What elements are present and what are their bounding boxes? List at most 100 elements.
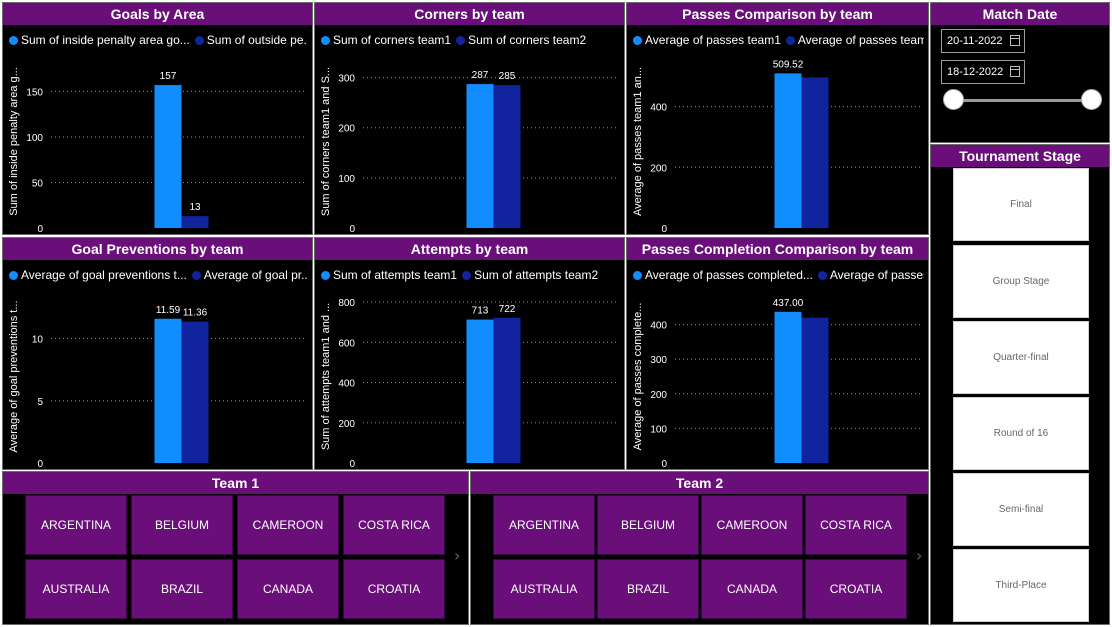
y-tick-label: 200	[338, 419, 355, 430]
chart-title: Goal Preventions by team	[3, 238, 312, 260]
slicer-title: Match Date	[931, 3, 1109, 25]
corners-by-team-chart: Sum of corners team1 and S... 0 100 200 300 2…	[320, 67, 616, 234]
legend-dot-icon	[785, 36, 795, 45]
team2-brazil-button[interactable]: BRAZIL	[597, 559, 699, 619]
team2-australia-button[interactable]: AUSTRALIA	[493, 559, 595, 619]
y-tick-label: 0	[37, 459, 43, 469]
end-date-input[interactable]: 18-12-2022	[941, 60, 1025, 84]
stage-group-button[interactable]: Group Stage	[953, 245, 1089, 318]
legend-label: Sum of corners team1	[333, 33, 452, 47]
team1-argentina-button[interactable]: ARGENTINA	[25, 495, 127, 555]
stage-semi-final-button[interactable]: Semi-final	[953, 473, 1089, 546]
corners-by-team-panel: Corners by team Sum of corners team1 Sum …	[314, 2, 625, 235]
bar-series2	[493, 85, 521, 228]
team-label: ARGENTINA	[508, 518, 579, 532]
team1-australia-button[interactable]: AUSTRALIA	[25, 559, 127, 619]
legend-item-series2[interactable]: Sum of corners team2	[456, 33, 586, 47]
legend-item-series1[interactable]: Average of goal preventions t...	[9, 268, 187, 282]
chart-legend: Average of goal preventions t... Average …	[9, 268, 308, 284]
stage-round-of-16-button[interactable]: Round of 16	[953, 397, 1089, 470]
team1-brazil-button[interactable]: BRAZIL	[131, 559, 233, 619]
team1-costa-rica-button[interactable]: COSTA RICA	[343, 495, 445, 555]
attempts-by-team-chart: Sum of attempts team1 and ... 0 200 400 600 8…	[320, 298, 616, 469]
range-start-handle[interactable]	[943, 89, 964, 110]
legend-dot-icon	[321, 36, 330, 45]
team2-canada-button[interactable]: CANADA	[701, 559, 803, 619]
y-axis-title: Sum of corners team1 and S...	[320, 67, 332, 216]
y-tick-label: 5	[37, 397, 43, 408]
chart-legend: Sum of attempts team1 Sum of attempts tea…	[321, 268, 620, 284]
calendar-icon[interactable]	[1010, 66, 1020, 77]
passes-completion-panel: Passes Completion Comparison by team Ave…	[626, 237, 929, 470]
team1-cameroon-button[interactable]: CAMEROON	[237, 495, 339, 555]
bar-series1	[774, 73, 802, 229]
team2-cameroon-button[interactable]: CAMEROON	[701, 495, 803, 555]
legend-item-series2[interactable]: Average of goal pr...	[191, 268, 308, 282]
attempts-by-team-panel: Attempts by team Sum of attempts team1 Su…	[314, 237, 625, 470]
stage-label: Semi-final	[998, 504, 1044, 515]
legend-item-series1[interactable]: Sum of corners team1	[321, 33, 451, 47]
legend-item-series1[interactable]: Sum of attempts team1	[321, 268, 457, 282]
calendar-icon[interactable]	[1010, 35, 1020, 46]
y-axis-title: Sum of inside penalty area g...	[8, 67, 20, 216]
team2-croatia-button[interactable]: CROATIA	[805, 559, 907, 619]
legend-item-series2[interactable]: Average of passes ...	[817, 268, 924, 282]
y-tick-label: 100	[26, 133, 43, 144]
stage-quarter-final-button[interactable]: Quarter-final	[953, 321, 1089, 394]
chart-legend: Average of passes completed... Average of…	[633, 268, 924, 284]
legend-item-series1[interactable]: Average of passes team1	[633, 33, 781, 47]
bar-series1	[774, 311, 802, 463]
scroll-right-icon[interactable]: ›	[454, 546, 460, 565]
y-tick-label: 100	[650, 424, 667, 435]
stage-third-place-button[interactable]: Third-Place	[953, 549, 1089, 622]
bar-series1	[466, 319, 494, 463]
legend-dot-icon	[462, 271, 472, 280]
legend-item-series1[interactable]: Average of passes completed...	[633, 268, 813, 282]
legend-label: Sum of attempts team2	[474, 268, 599, 282]
legend-label: Average of goal preventions t...	[21, 268, 187, 282]
legend-item-series2[interactable]: Sum of attempts team2	[462, 268, 598, 282]
y-tick-label: 400	[650, 321, 667, 332]
end-date-value: 18-12-2022	[947, 66, 1004, 78]
team2-belgium-button[interactable]: BELGIUM	[597, 495, 699, 555]
legend-label: Average of passes ...	[829, 268, 924, 282]
slicer-title: Team 2	[471, 472, 928, 494]
team2-argentina-button[interactable]: ARGENTINA	[493, 495, 595, 555]
start-date-input[interactable]: 20-11-2022	[941, 29, 1025, 53]
legend-item-series2[interactable]: Sum of outside pe...	[194, 33, 308, 47]
bar-series2	[493, 317, 521, 463]
team-label: CAMEROON	[716, 518, 788, 532]
y-tick-label: 150	[26, 87, 43, 98]
chart-legend: Sum of corners team1 Sum of corners team2	[321, 33, 620, 49]
stage-label: Quarter-final	[993, 352, 1049, 363]
bar-series1	[154, 318, 182, 463]
legend-item-series1[interactable]: Sum of inside penalty area go...	[9, 33, 190, 47]
team2-costa-rica-button[interactable]: COSTA RICA	[805, 495, 907, 555]
data-label: 509.52	[773, 59, 804, 70]
stage-final-button[interactable]: Final	[953, 168, 1089, 241]
y-tick-label: 50	[32, 178, 44, 189]
y-tick-label: 400	[338, 379, 355, 390]
bar-series2	[181, 216, 209, 228]
team1-croatia-button[interactable]: CROATIA	[343, 559, 445, 619]
bar-series2	[801, 77, 829, 228]
team-label: CANADA	[262, 582, 313, 596]
range-end-handle[interactable]	[1081, 89, 1102, 110]
legend-label: Sum of outside pe...	[206, 33, 308, 47]
scroll-right-icon[interactable]: ›	[916, 546, 922, 565]
bar-series2	[801, 317, 829, 463]
tournament-stage-slicer: Tournament Stage Final Group Stage Quart…	[930, 144, 1110, 625]
date-range-track[interactable]	[953, 99, 1093, 102]
team1-canada-button[interactable]: CANADA	[237, 559, 339, 619]
legend-label: Average of goal pr...	[203, 268, 308, 282]
data-label: 285	[499, 71, 516, 82]
legend-label: Sum of corners team2	[468, 33, 587, 47]
y-tick-label: 200	[650, 163, 667, 174]
y-tick-label: 200	[650, 390, 667, 401]
team-label: COSTA RICA	[820, 518, 892, 532]
legend-label: Average of passes completed...	[645, 268, 813, 282]
team1-belgium-button[interactable]: BELGIUM	[131, 495, 233, 555]
legend-item-series2[interactable]: Average of passes team2	[785, 33, 924, 47]
start-date-value: 20-11-2022	[947, 35, 1003, 47]
team-label: BELGIUM	[620, 518, 675, 532]
